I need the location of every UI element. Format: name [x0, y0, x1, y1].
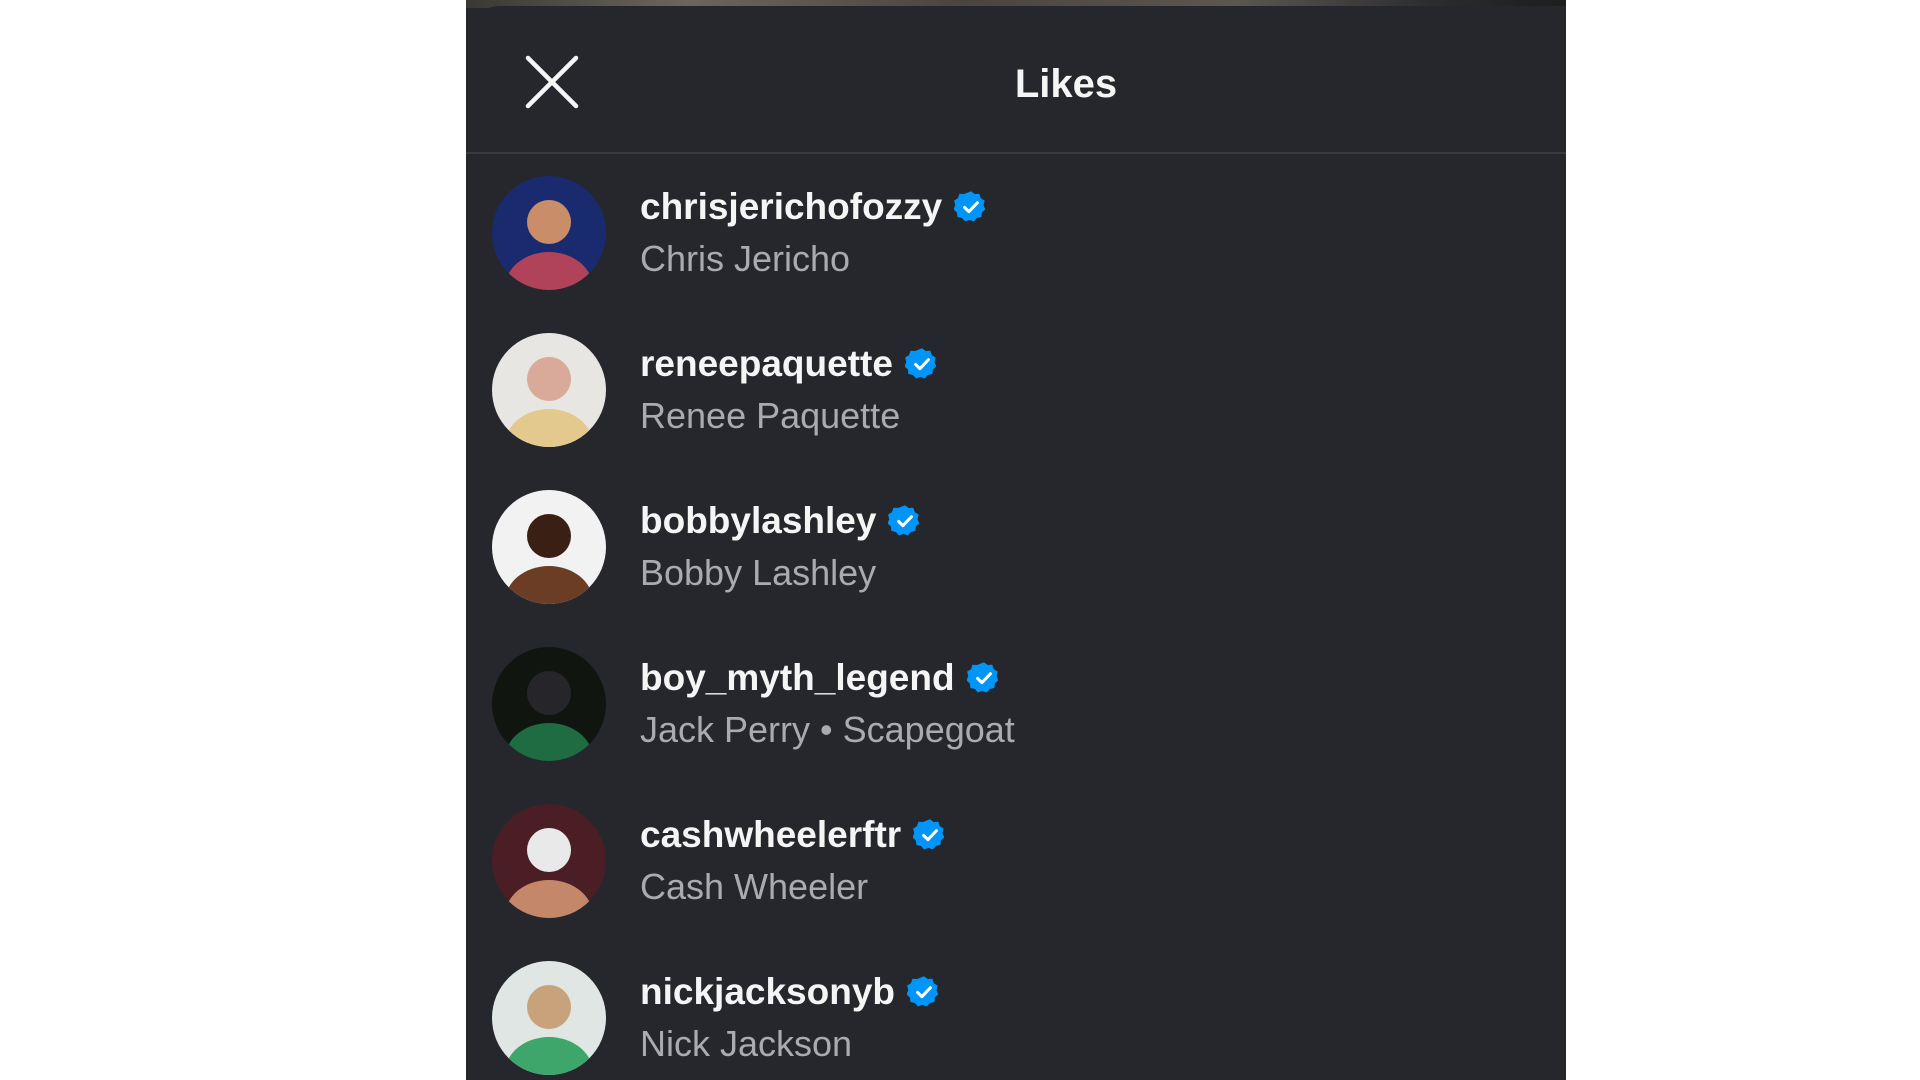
list-item[interactable]: bobbylashley Bobby Lashley — [466, 486, 1566, 616]
avatar[interactable] — [492, 490, 606, 604]
user-info: chrisjerichofozzy Chris Jericho — [640, 184, 988, 282]
verified-badge-icon — [913, 819, 945, 850]
list-item[interactable]: boy_myth_legend Jack Perry • Scapegoat — [466, 643, 1566, 773]
username[interactable]: nickjacksonyb — [640, 969, 895, 1015]
verified-badge-icon — [907, 976, 939, 1007]
avatar[interactable] — [492, 804, 606, 918]
username[interactable]: boy_myth_legend — [640, 655, 955, 701]
list-item[interactable]: cashwheelerftr Cash Wheeler — [466, 800, 1566, 930]
list-item[interactable]: reneepaquette Renee Paquette — [466, 329, 1566, 459]
user-info: bobbylashley Bobby Lashley — [640, 498, 922, 596]
dialog-title: Likes — [1014, 62, 1118, 106]
full-name: Chris Jericho — [640, 238, 851, 279]
user-info: boy_myth_legend Jack Perry • Scapegoat — [640, 655, 1015, 753]
verified-badge-icon — [888, 505, 920, 536]
verified-badge-icon — [954, 191, 986, 222]
user-info: nickjacksonyb Nick Jackson — [640, 969, 941, 1067]
avatar[interactable] — [492, 333, 606, 447]
full-name: Cash Wheeler — [640, 866, 869, 907]
verified-badge-icon — [904, 348, 937, 379]
username[interactable]: reneepaquette — [640, 341, 893, 387]
avatar[interactable] — [492, 176, 606, 290]
avatar[interactable] — [492, 647, 606, 761]
likes-dialog: Likes chrisjerichofozzy Chris Jericho rene… — [466, 0, 1566, 1080]
full-name: Bobby Lashley — [640, 552, 877, 593]
full-name: Renee Paquette — [640, 395, 901, 436]
avatar[interactable] — [492, 961, 606, 1075]
full-name: Jack Perry • Scapegoat — [640, 709, 1015, 750]
user-info: reneepaquette Renee Paquette — [640, 341, 939, 439]
list-item[interactable]: chrisjerichofozzy Chris Jericho — [466, 172, 1566, 302]
full-name: Nick Jackson — [640, 1023, 853, 1064]
list-item[interactable]: nickjacksonyb Nick Jackson — [466, 957, 1566, 1080]
user-info: cashwheelerftr Cash Wheeler — [640, 812, 947, 910]
username[interactable]: chrisjerichofozzy — [640, 184, 942, 230]
username[interactable]: bobbylashley — [640, 498, 876, 544]
verified-badge-icon — [966, 662, 998, 693]
username[interactable]: cashwheelerftr — [640, 812, 901, 858]
dialog-header: Likes — [466, 6, 1566, 154]
